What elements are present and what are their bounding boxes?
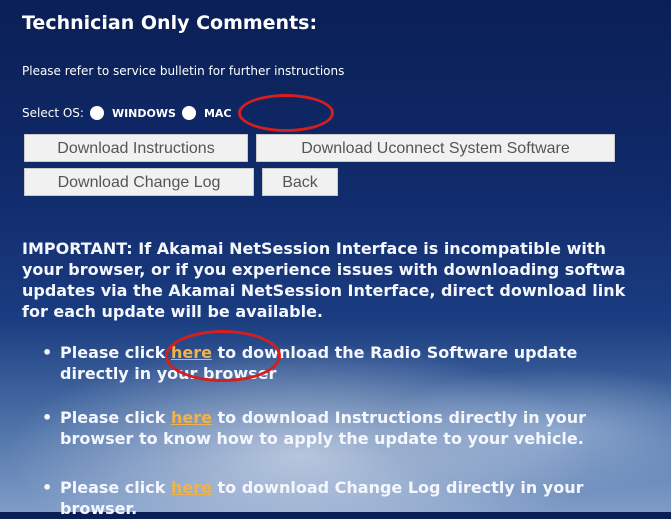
bullet-text: Please click xyxy=(60,343,171,362)
mac-label: MAC xyxy=(203,106,232,120)
bullet-text: to download Change Log directly in your xyxy=(211,478,584,497)
download-software-button[interactable]: Download Uconnect System Software xyxy=(256,134,615,162)
bullet-text: browser. xyxy=(60,499,138,518)
bullet-dot: • xyxy=(42,408,53,427)
bullet-text: browser to know how to apply the update … xyxy=(60,429,584,448)
bullet-dot: • xyxy=(42,478,53,497)
important-notice: IMPORTANT: If Akamai NetSession Interfac… xyxy=(22,238,667,322)
bullet-text: Please click xyxy=(60,408,171,427)
refer-text: Please refer to service bulletin for fur… xyxy=(22,64,345,78)
important-line: for each update will be available. xyxy=(22,302,324,321)
radio-software-bullet: • Please click here to download the Radi… xyxy=(42,342,660,384)
os-select-label: Select OS: xyxy=(22,106,84,120)
mac-radio[interactable] xyxy=(181,106,196,120)
download-change-log-button[interactable]: Download Change Log xyxy=(24,168,254,196)
instructions-link[interactable]: here xyxy=(171,408,212,427)
bullet-text: directly in your browser xyxy=(60,364,277,383)
windows-radio[interactable] xyxy=(89,106,104,120)
change-log-link[interactable]: here xyxy=(171,478,212,497)
page-title: Technician Only Comments: xyxy=(22,12,318,34)
important-line: updates via the Akamai NetSession Interf… xyxy=(22,281,626,300)
bullet-text: Please click xyxy=(60,478,171,497)
important-line: IMPORTANT: If Akamai NetSession Interfac… xyxy=(22,239,606,258)
download-instructions-button[interactable]: Download Instructions xyxy=(24,134,248,162)
windows-label: WINDOWS xyxy=(111,106,176,120)
bullet-text: to download Instructions directly in you… xyxy=(211,408,586,427)
instructions-bullet: • Please click here to download Instruct… xyxy=(42,407,660,449)
bullet-dot: • xyxy=(42,343,53,362)
os-select-row: Select OS: WINDOWS MAC xyxy=(22,106,231,120)
mac-highlight-circle xyxy=(238,94,334,132)
back-button[interactable]: Back xyxy=(262,168,338,196)
here-link-highlight-circle xyxy=(165,330,281,382)
important-line: your browser, or if you experience issue… xyxy=(22,260,626,279)
change-log-bullet: • Please click here to download Change L… xyxy=(42,477,660,519)
